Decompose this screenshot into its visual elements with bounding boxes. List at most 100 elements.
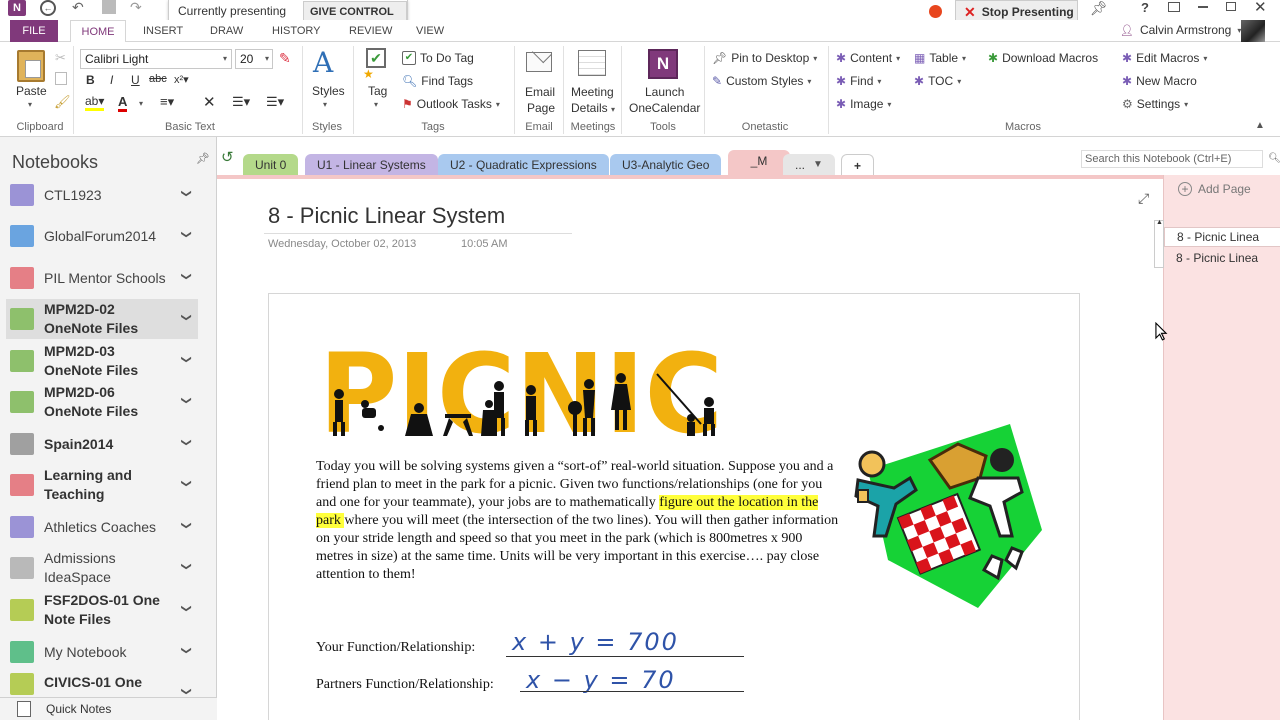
clear-format-icon[interactable]: ✎ (279, 50, 291, 67)
page-title[interactable]: 8 - Picnic Linear System (268, 203, 505, 229)
section-tab-m[interactable]: _M (728, 150, 790, 177)
section-tab-unit-0[interactable]: Unit 0 (243, 154, 299, 176)
minimize-icon[interactable] (1198, 6, 1208, 8)
notebook-item[interactable]: Spain2014 ❯ (6, 424, 198, 464)
cut-icon[interactable]: ✂ (55, 50, 66, 66)
chevron-down-icon[interactable]: ❯ (180, 313, 191, 321)
tag-button[interactable]: Tag (368, 84, 387, 98)
tag-icon[interactable]: ✔ (366, 48, 386, 68)
email-icon[interactable] (526, 43, 552, 72)
download-macros-button[interactable]: ✱ Download Macros (988, 51, 1098, 65)
chevron-down-icon[interactable]: ❯ (180, 521, 191, 529)
new-macro-button[interactable]: ✱ New Macro (1122, 74, 1197, 88)
email-page-label-1[interactable]: Email (525, 85, 555, 99)
find-button[interactable]: ✱ Find ▾ (836, 74, 881, 88)
todo-tag-button[interactable]: ✔ To Do Tag (402, 51, 474, 65)
section-tab-more[interactable]: ... ▼ (783, 154, 835, 176)
highlight-icon[interactable]: ab▾ (85, 94, 105, 111)
ribbon-display-icon[interactable] (1168, 2, 1180, 12)
redo-icon[interactable]: ↷ (130, 0, 142, 16)
give-control-button[interactable]: GIVE CONTROL ▾ (303, 1, 407, 37)
tab-review[interactable]: REVIEW (339, 20, 402, 42)
edit-macros-button[interactable]: ✱ Edit Macros ▾ (1122, 51, 1207, 65)
paste-icon[interactable] (17, 50, 45, 82)
format-painter-icon[interactable]: 🖌︎ (54, 94, 71, 110)
chevron-down-icon[interactable]: ❯ (180, 438, 191, 446)
launch-onecalendar-label-1[interactable]: Launch (645, 85, 684, 99)
bold-icon[interactable]: B (86, 73, 95, 87)
notebook-item[interactable]: CTL1923 ❯ (6, 175, 198, 215)
chevron-down-icon[interactable]: ❯ (180, 189, 191, 197)
notebook-item[interactable]: FSF2DOS-01 One Note Files ❯ (6, 590, 198, 630)
notebook-item[interactable]: MPM2D-02 OneNote Files ❯ (6, 299, 198, 339)
restore-icon[interactable] (1226, 2, 1236, 11)
image-button[interactable]: ✱ Image ▾ (836, 97, 891, 111)
dock-icon[interactable] (102, 0, 116, 14)
meeting-details-label-1[interactable]: Meeting (571, 85, 614, 99)
back-icon[interactable]: ← (40, 0, 56, 16)
section-tab-u1[interactable]: U1 - Linear Systems (305, 154, 438, 176)
copy-icon[interactable] (55, 72, 67, 85)
pin-pane-icon[interactable]: 📌︎ (196, 152, 210, 165)
tab-insert[interactable]: INSERT (133, 20, 193, 42)
your-function-value[interactable]: x + y = 700 (512, 628, 679, 656)
expand-icon[interactable]: ⤢ (1138, 190, 1149, 207)
page-item[interactable]: 8 - Picnic Linea (1164, 227, 1280, 247)
chevron-down-icon[interactable]: ❯ (180, 396, 191, 404)
window-close-icon[interactable]: ✕ (1254, 0, 1267, 16)
instructions-paragraph[interactable]: Today you will be solving systems given … (316, 458, 842, 584)
add-section-button[interactable]: + (841, 154, 875, 176)
notebook-item[interactable]: Athletics Coaches ❯ (6, 507, 198, 547)
superscript-icon[interactable]: x²▾ (174, 73, 189, 86)
strikethrough-icon[interactable]: abc (149, 73, 167, 85)
chevron-down-icon[interactable]: ❯ (180, 604, 191, 612)
styles-button[interactable]: Styles (312, 84, 345, 98)
notebook-item[interactable]: Learning and Teaching ❯ (6, 465, 198, 505)
tab-history[interactable]: HISTORY (262, 20, 331, 42)
page-item[interactable]: 8 - Picnic Linea (1164, 249, 1280, 269)
toc-button[interactable]: ✱ TOC ▾ (914, 74, 961, 88)
notebook-item[interactable]: My Notebook ❯ (6, 632, 198, 672)
notebook-item[interactable]: Admissions IdeaSpace ❯ (6, 548, 198, 588)
tab-file[interactable]: FILE (10, 20, 58, 42)
pin-icon[interactable]: 📌︎ (1090, 0, 1108, 17)
tab-view[interactable]: VIEW (406, 20, 454, 42)
underline-icon[interactable]: U (131, 73, 140, 87)
table-button[interactable]: ▦ Table ▾ (914, 51, 966, 65)
undo-icon[interactable]: ↶ (72, 0, 84, 16)
meeting-details-label-2[interactable]: Details ▾ (571, 101, 615, 115)
help-icon[interactable]: ? (1141, 0, 1149, 15)
font-size-select[interactable]: 20 ▾ (235, 49, 273, 69)
pin-to-desktop-button[interactable]: 📌︎ Pin to Desktop ▾ (712, 51, 817, 65)
collapse-ribbon-icon[interactable]: ▲ (1255, 120, 1265, 131)
chevron-down-icon[interactable]: ❯ (180, 479, 191, 487)
page-list-scrollbar[interactable]: ▲ (1154, 219, 1164, 268)
numbering-icon[interactable]: ☰▾ (266, 94, 284, 110)
font-name-select[interactable]: Calibri Light ▾ (80, 49, 232, 69)
styles-icon[interactable]: A (313, 46, 333, 79)
chevron-down-icon[interactable]: ❯ (180, 562, 191, 570)
partner-function-value[interactable]: x − y = 70 (526, 666, 676, 694)
content-button[interactable]: ✱ Content ▾ (836, 51, 900, 65)
notebook-item[interactable]: GlobalForum2014 ❯ (6, 216, 198, 256)
notebook-item[interactable]: MPM2D-06 OneNote Files ❯ (6, 382, 198, 422)
onecalendar-icon[interactable]: N (648, 49, 678, 79)
tab-draw[interactable]: DRAW (200, 20, 253, 42)
meeting-icon[interactable] (578, 50, 606, 76)
quick-notes-button[interactable]: Quick Notes (0, 697, 217, 720)
email-page-label-2[interactable]: Page (527, 101, 555, 115)
avatar[interactable] (1241, 20, 1265, 42)
bullets-icon[interactable]: ☰▾ (232, 94, 250, 110)
chevron-down-icon[interactable]: ❯ (180, 646, 191, 654)
search-notebook-input[interactable]: Search this Notebook (Ctrl+E) 🔍︎▾ (1081, 150, 1280, 168)
notebook-item[interactable]: MPM2D-03 OneNote Files ❯ (6, 341, 198, 381)
user-name[interactable]: 👤︎ Calvin Armstrong ▾ (1120, 23, 1241, 37)
tab-home[interactable]: HOME (70, 20, 126, 43)
notebook-item[interactable]: CIVICS-01 One ❯ (6, 673, 198, 697)
align-icon[interactable]: ≡▾ (160, 94, 174, 110)
add-page-button[interactable]: + Add Page (1178, 182, 1251, 196)
section-tab-u3[interactable]: U3-Analytic Geo (610, 154, 722, 176)
italic-icon[interactable]: I (110, 73, 113, 87)
paste-button[interactable]: Paste (16, 84, 47, 98)
outlook-tasks-button[interactable]: ⚑ Outlook Tasks ▾ (402, 97, 500, 111)
